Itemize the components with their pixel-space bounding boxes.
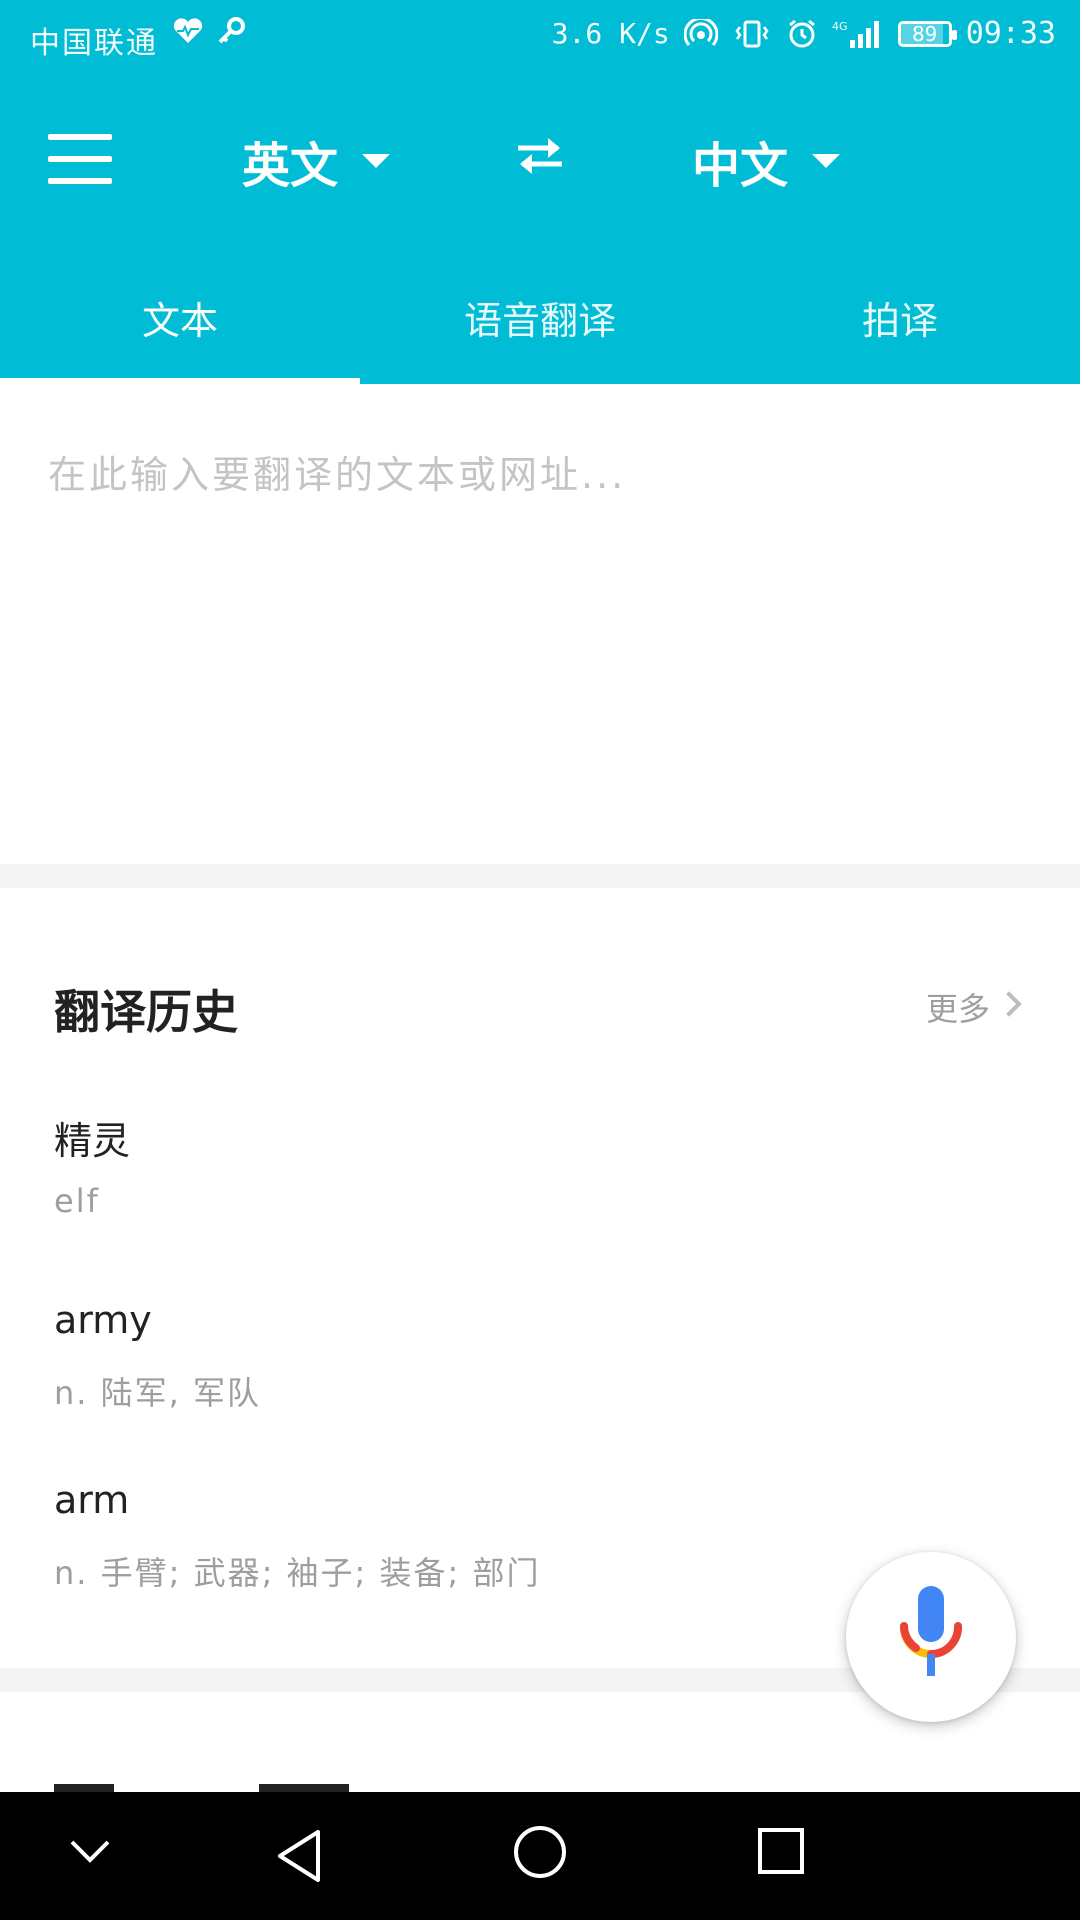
history-item[interactable]: 精灵 elf bbox=[0, 1090, 1080, 1240]
menu-button[interactable] bbox=[48, 134, 112, 184]
home-icon[interactable] bbox=[512, 1824, 568, 1880]
chevron-down-icon bbox=[812, 154, 841, 168]
history-item-translation: n. 陆军, 军队 bbox=[54, 1374, 261, 1412]
swap-languages-button[interactable] bbox=[512, 128, 568, 184]
next-card-title-partial bbox=[54, 1776, 394, 1792]
history-more-link[interactable]: 更多 bbox=[925, 984, 1022, 1030]
source-language-label: 英文 bbox=[242, 138, 339, 194]
chevron-down-icon bbox=[362, 154, 391, 168]
status-bar: 中国联通 3.6 K/s 4G 89 09:33 bbox=[0, 0, 1080, 76]
history-title: 翻译历史 bbox=[54, 985, 238, 1039]
battery-icon: 89 bbox=[897, 20, 957, 47]
history-item-source: arm bbox=[54, 1478, 130, 1522]
tab-voice-translation[interactable]: 语音翻译 bbox=[360, 270, 720, 384]
recent-apps-icon[interactable] bbox=[756, 1826, 806, 1876]
history-item-translation: elf bbox=[54, 1182, 100, 1220]
microphone-icon bbox=[900, 1586, 962, 1676]
source-language-selector[interactable]: 英文 bbox=[242, 126, 391, 196]
history-item-source: 精灵 bbox=[54, 1119, 131, 1163]
tab-text-label: 文本 bbox=[141, 299, 218, 343]
tab-photo-label: 拍译 bbox=[861, 299, 938, 343]
tab-photo-translation[interactable]: 拍译 bbox=[720, 270, 1080, 384]
svg-text:4G: 4G bbox=[832, 20, 848, 33]
section-divider bbox=[0, 864, 1080, 888]
clock: 09:33 bbox=[965, 16, 1056, 51]
language-toolbar: 英文 中文 bbox=[0, 100, 1080, 220]
tab-voice-label: 语音翻译 bbox=[463, 299, 616, 343]
chevron-down-icon[interactable] bbox=[68, 1836, 112, 1866]
key-icon bbox=[218, 17, 245, 44]
battery-level: 89 bbox=[911, 21, 938, 46]
vibrate-icon bbox=[735, 20, 769, 47]
tab-text[interactable]: 文本 bbox=[0, 270, 360, 384]
mode-tabs: 文本 语音翻译 拍译 bbox=[0, 270, 1080, 384]
system-navigation-bar bbox=[0, 1792, 1080, 1920]
back-icon[interactable] bbox=[274, 1828, 324, 1884]
more-label: 更多 bbox=[925, 990, 990, 1028]
signal-icon: 4G bbox=[832, 20, 879, 48]
input-placeholder: 在此输入要翻译的文本或网址... bbox=[48, 453, 627, 497]
translation-input[interactable]: 在此输入要翻译的文本或网址... bbox=[0, 384, 1080, 864]
chevron-right-icon bbox=[996, 991, 1022, 1017]
heart-rate-icon bbox=[173, 18, 203, 43]
hotspot-icon bbox=[683, 18, 718, 46]
alarm-icon bbox=[788, 19, 815, 47]
swap-icon bbox=[518, 138, 562, 174]
target-language-label: 中文 bbox=[692, 138, 789, 194]
network-speed: 3.6 K/s bbox=[551, 17, 670, 50]
history-item-source: army bbox=[54, 1298, 152, 1342]
history-item[interactable]: army n. 陆军, 军队 bbox=[0, 1270, 1080, 1420]
voice-input-button[interactable] bbox=[846, 1552, 1016, 1722]
carrier-label: 中国联通 bbox=[30, 26, 158, 61]
history-item-translation: n. 手臂; 武器; 袖子; 装备; 部门 bbox=[54, 1554, 541, 1592]
target-language-selector[interactable]: 中文 bbox=[692, 126, 841, 196]
